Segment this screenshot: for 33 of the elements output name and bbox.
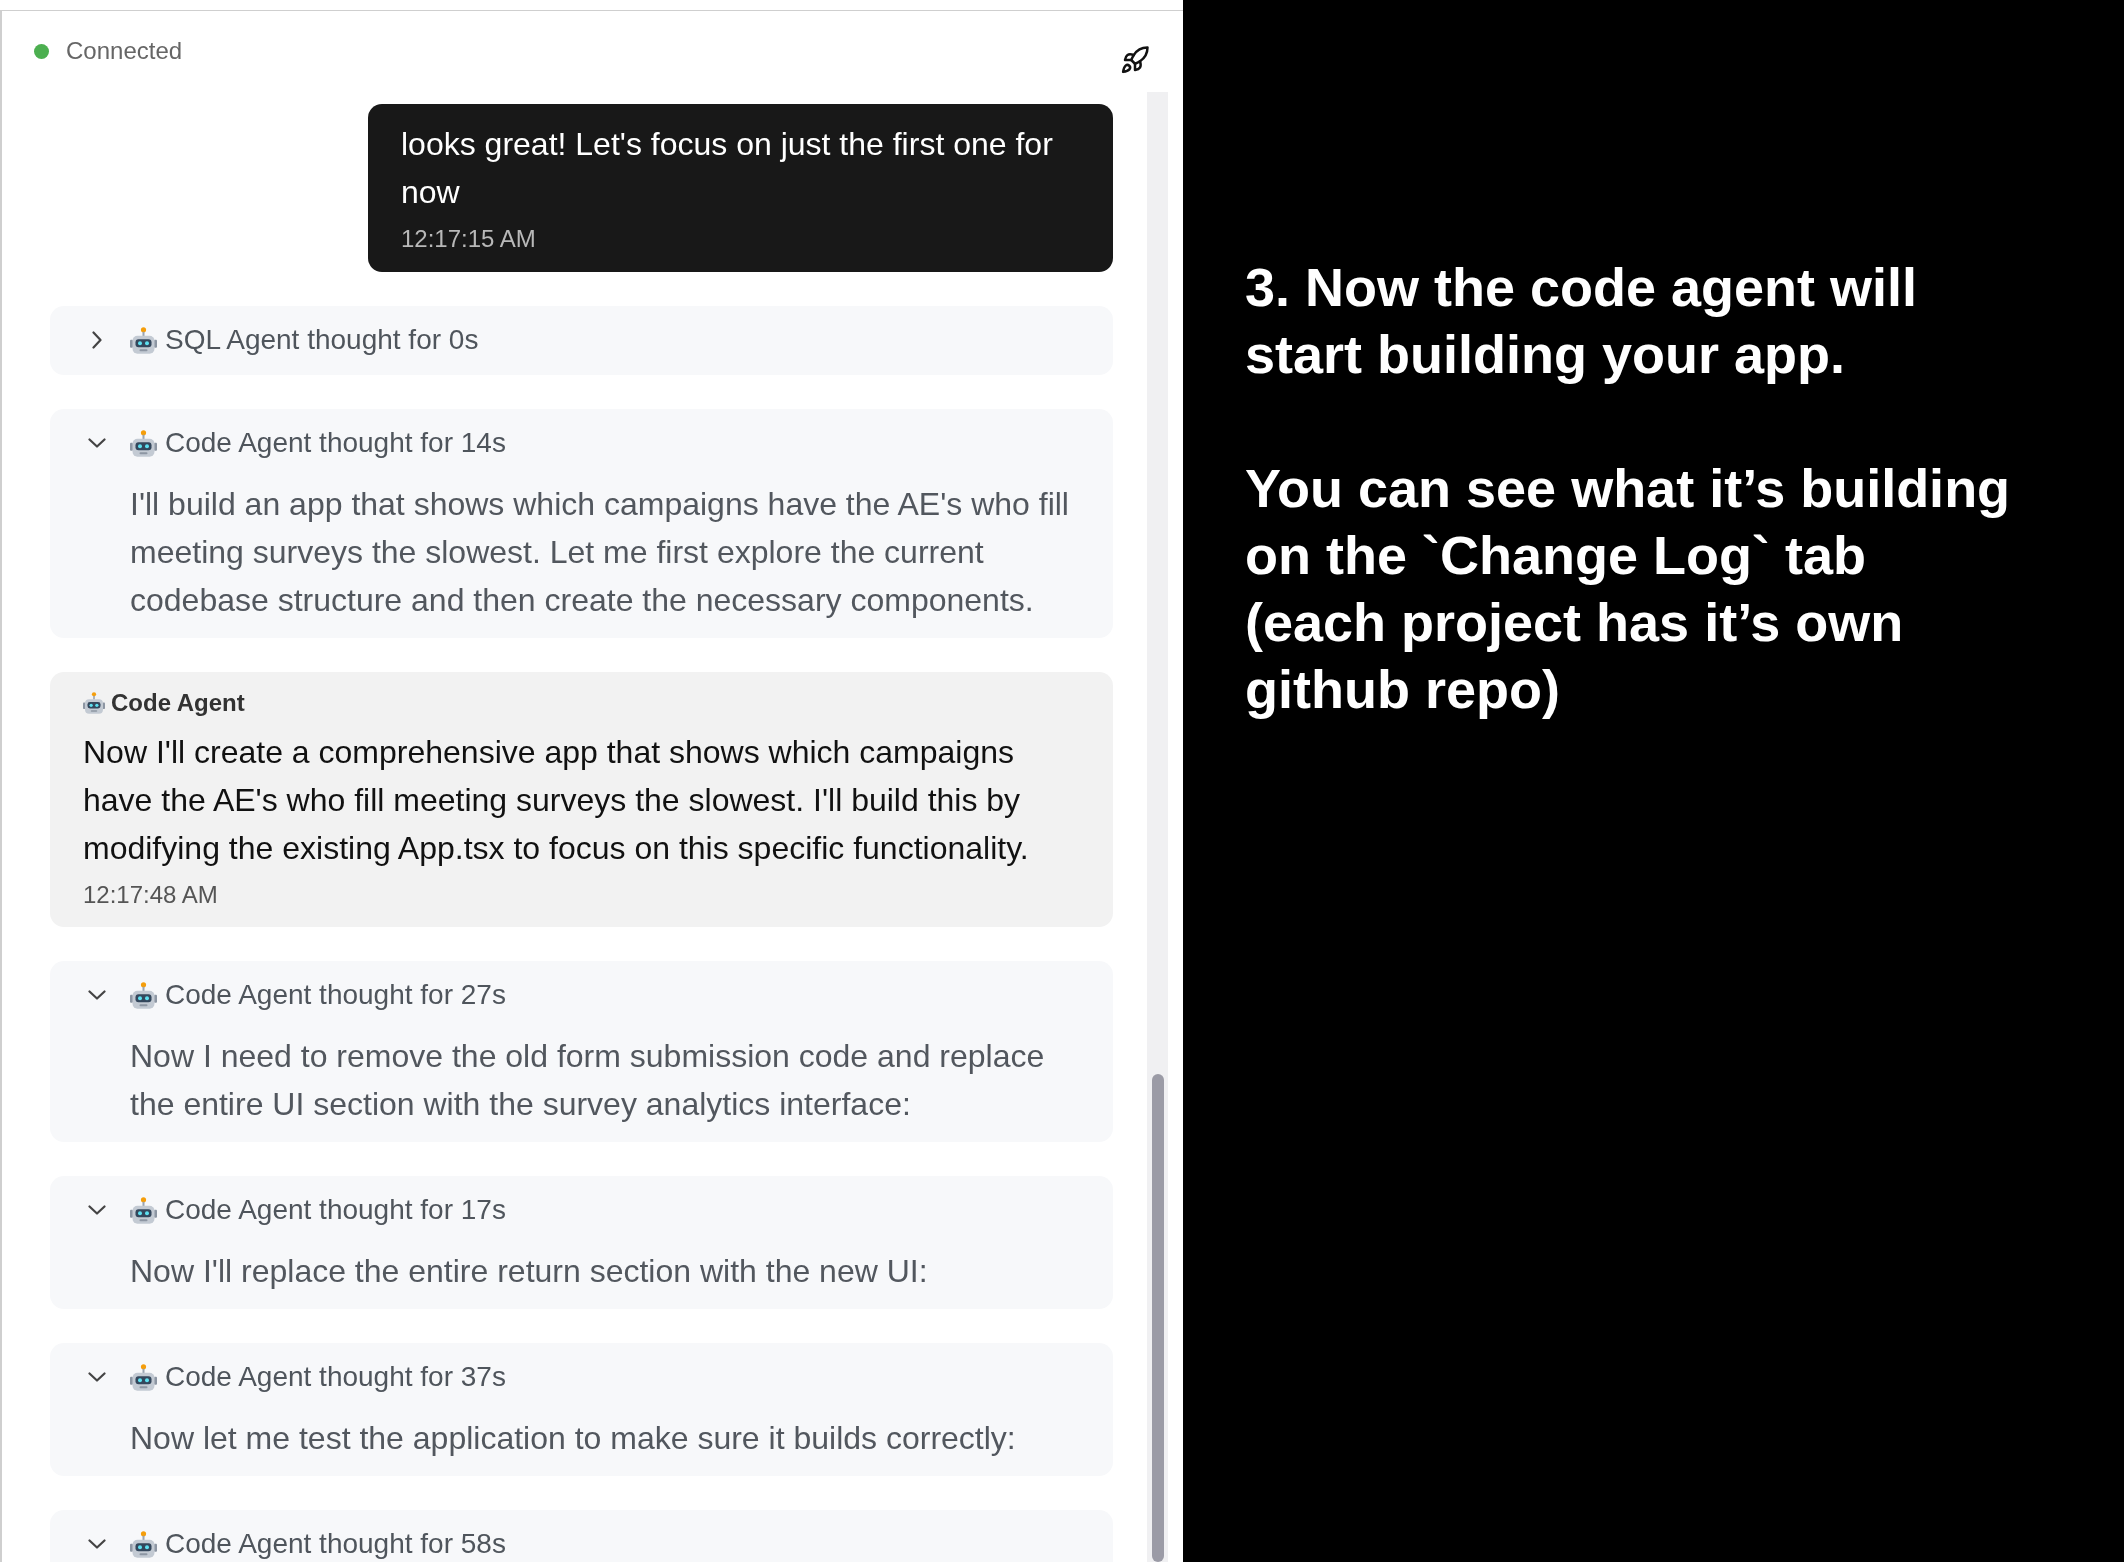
chevron-down-icon[interactable]: [88, 438, 106, 448]
scrollbar-thumb[interactable]: [1151, 1074, 1164, 1562]
thought-text: I'll build an app that shows which campaigns have the AE's who fill meeting surveys the slowest. Let me first explore the current codebase structure and then create the necessary components.: [129, 485, 1070, 620]
chevron-down-icon[interactable]: [88, 990, 106, 1000]
thought-title: Code Agent thought for 37s: [165, 1361, 506, 1393]
thought-text: Now let me test the application to make sure it builds correctly:: [129, 1419, 1017, 1458]
robot-icon: [130, 1530, 157, 1558]
chevron-right-icon[interactable]: [92, 331, 102, 349]
message-timestamp: 12:17:48 AM: [83, 880, 219, 910]
robot-icon: [130, 1363, 157, 1391]
chevron-down-icon[interactable]: [88, 1205, 106, 1215]
thought-title: Code Agent thought for 17s: [165, 1194, 506, 1226]
robot-icon: [130, 1196, 157, 1224]
rocket-icon[interactable]: [1120, 45, 1150, 75]
robot-icon: [83, 692, 105, 714]
chevron-down-icon[interactable]: [88, 1372, 106, 1382]
thought-title: Code Agent thought for 14s: [165, 427, 506, 459]
caption-text: 3. Now the code agent will start building your app.: [1245, 256, 1918, 386]
message-text: Now I'll create a comprehensive app that shows which campaigns have the AE's who fill meeting surveys the slowest. I'll build this by modifying the existing App.tsx to focus on this specific functionality.: [83, 733, 1030, 868]
robot-icon: [130, 981, 157, 1009]
caption-text: You can see what it’s building on the `Change Log` tab (each project has it’s own github repo): [1245, 457, 2011, 721]
thought-text: Now I need to remove the old form submission code and replace the entire UI section with the survey analytics interface:: [129, 1037, 1046, 1124]
thought-title: Code Agent thought for 27s: [165, 979, 506, 1011]
message-timestamp: 12:17:15 AM: [401, 224, 537, 254]
message-text: looks great! Let's focus on just the first one for now: [401, 125, 1054, 212]
sender-name: Code Agent: [111, 688, 245, 718]
connection-status: Connected: [66, 36, 183, 66]
robot-icon: [130, 429, 157, 457]
chevron-down-icon[interactable]: [88, 1539, 106, 1549]
thought-title: Code Agent thought for 58s: [165, 1528, 506, 1560]
thought-text: Now I'll replace the entire return section with the new UI:: [129, 1252, 929, 1291]
thought-title: SQL Agent thought for 0s: [165, 324, 479, 356]
robot-icon: [130, 326, 157, 354]
